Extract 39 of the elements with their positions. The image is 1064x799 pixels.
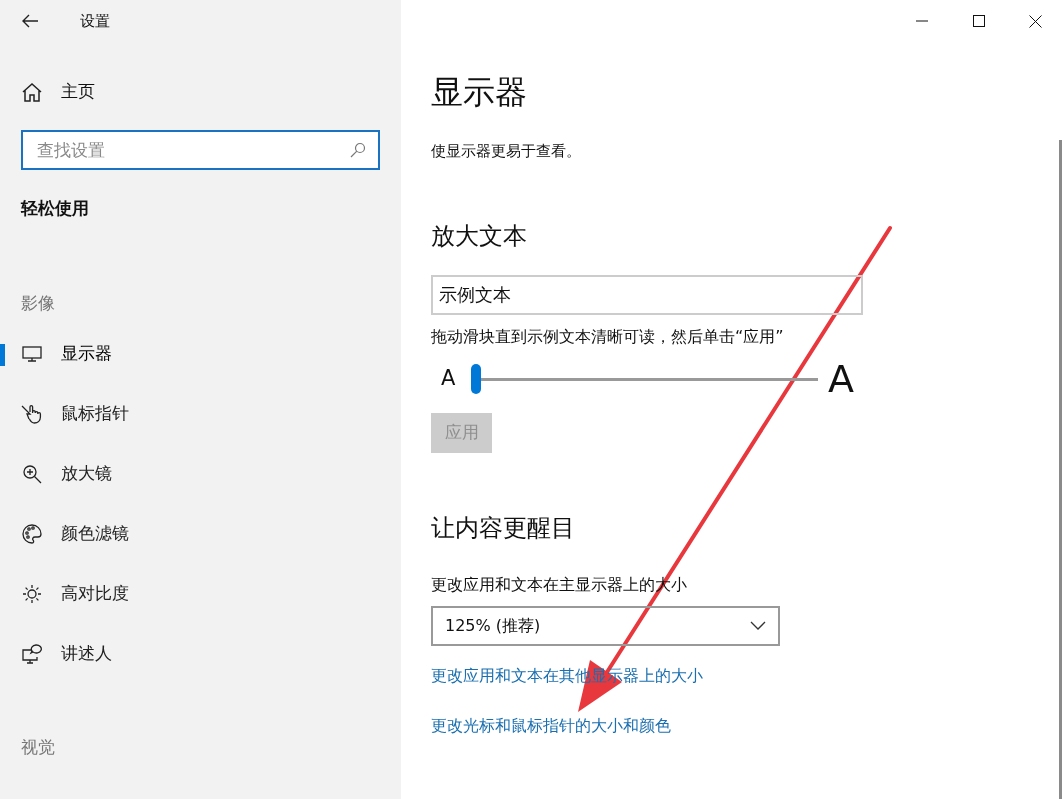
link[interactable]: 更改光标和鼠标指针的大小和颜色 [431,713,671,738]
close-icon [1029,14,1042,28]
chevron-down-icon [750,621,766,630]
slider-thumb[interactable] [471,363,481,394]
large-a-label: A [828,356,854,401]
nav-item[interactable]: 高对比度 [0,564,401,624]
section-heading: 视觉 [20,736,56,760]
monitor-icon [21,345,43,363]
home-icon [21,82,43,102]
search-icon [350,142,366,158]
selection-indicator [0,344,5,366]
minimize-icon [915,20,928,22]
nav-item[interactable]: 显示器 [0,324,401,384]
slider-hint: 拖动滑块直到示例文本清晰可读，然后单击“应用” [431,325,785,348]
back-arrow-icon [21,14,39,28]
nav-item[interactable]: 鼠标指针 [0,384,401,444]
page-title: 显示器 [431,72,528,113]
sun-icon [21,584,43,604]
category-title: 轻松使用 [19,197,90,220]
search-field[interactable]: 查找设置 [21,130,380,170]
monitor-speech-icon [21,644,43,664]
nav-item[interactable]: 放大镜 [0,444,401,504]
window-title: 设置 [80,10,110,32]
section-title: 放大文本 [431,220,528,252]
slider-track[interactable] [471,363,818,394]
section-heading: 影像 [20,292,56,316]
scrollbar[interactable] [1059,140,1062,799]
zoom-in-icon [21,464,43,484]
maximize-icon [972,15,985,27]
hand-pointer-icon [21,404,43,424]
home-link[interactable]: 主页 [0,72,401,112]
scale-dropdown[interactable]: 125% (推荐) [431,605,780,646]
nav-item[interactable]: 颜色滤镜 [0,504,401,564]
nav-item[interactable]: 讲述人 [0,624,401,684]
palette-icon [21,524,43,544]
sample-text-box: 示例文本 [431,274,863,315]
small-a-label: A [441,364,457,392]
section-title: 让内容更醒目 [431,512,576,544]
page-subtitle: 使显示器更易于查看。 [431,141,582,162]
